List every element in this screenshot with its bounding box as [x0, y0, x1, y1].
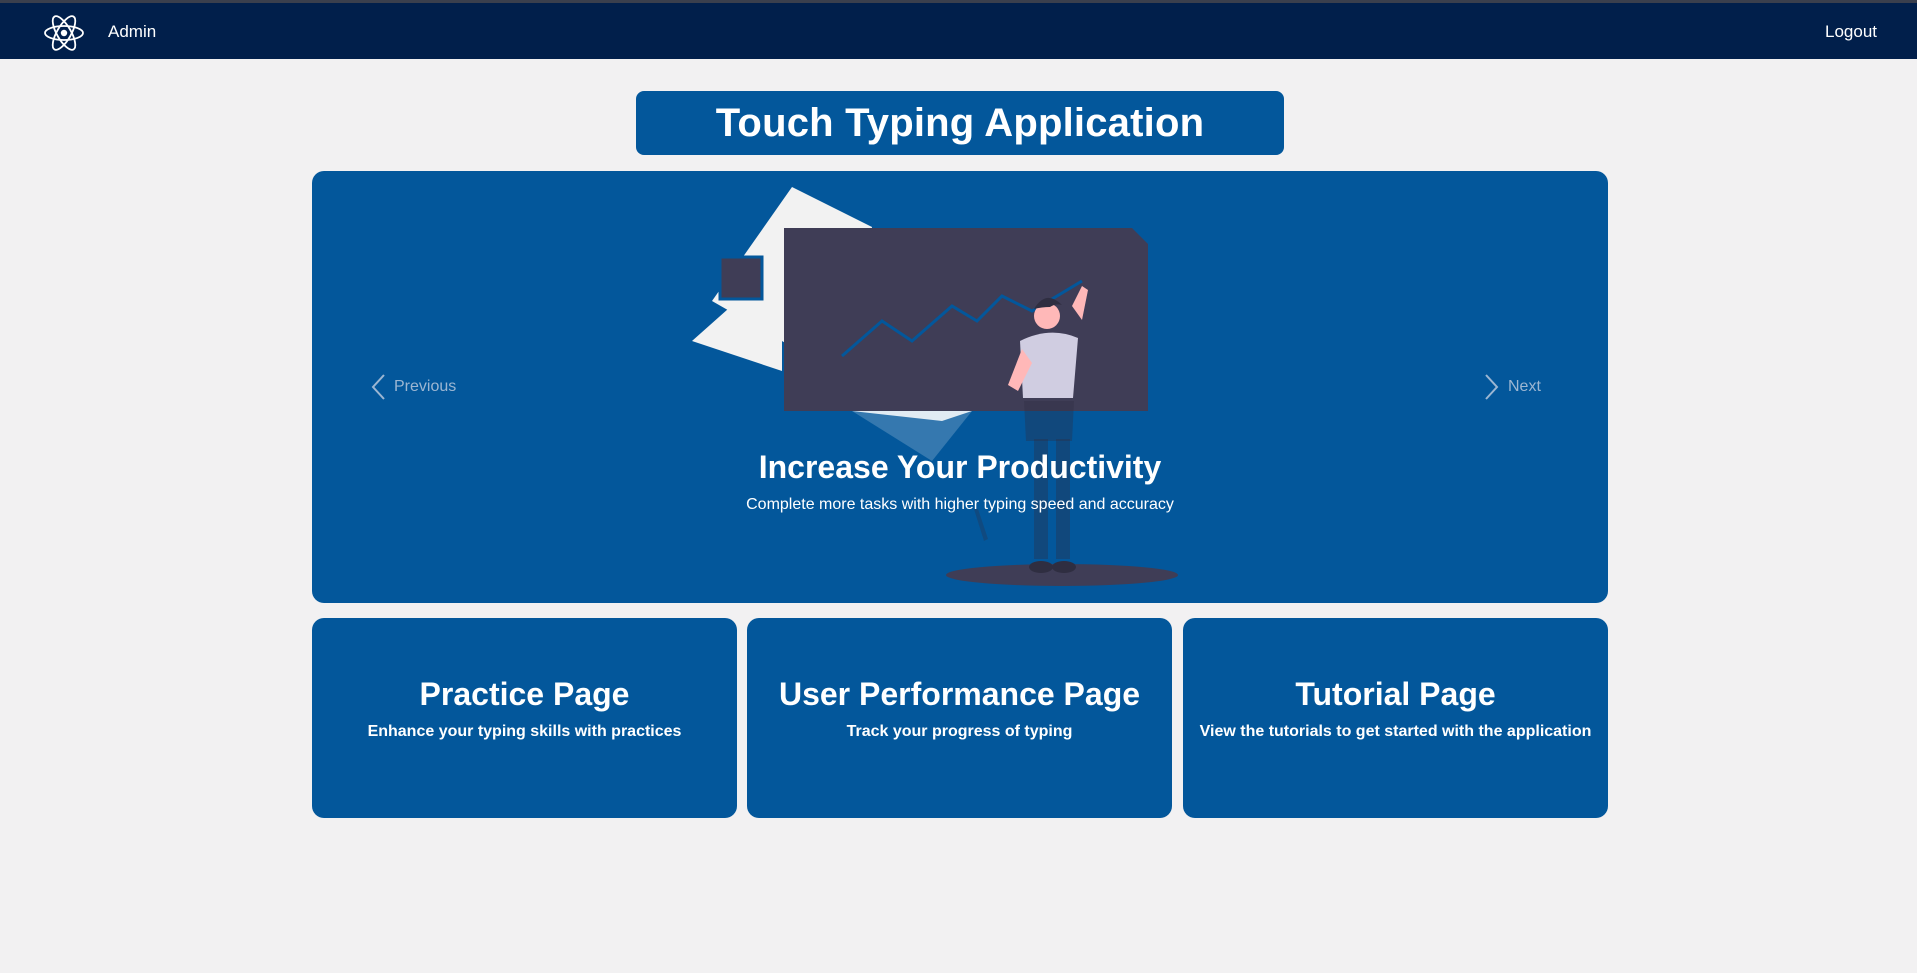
user-performance-page-card[interactable]: User Performance Page Track your progres… — [747, 618, 1172, 818]
carousel-previous-label: Previous — [394, 378, 457, 395]
page-title: Touch Typing Application — [715, 100, 1205, 145]
page-title-box: Touch Typing Application — [636, 91, 1284, 155]
react-atom-icon[interactable] — [42, 11, 86, 55]
slide-text: Complete more tasks with higher typing s… — [746, 496, 1174, 513]
card-description: Track your progress of typing — [846, 723, 1073, 740]
card-description: View the tutorials to get started with t… — [1199, 723, 1592, 740]
card-description: Enhance your typing skills with practice… — [367, 723, 682, 740]
chevron-right-icon — [1485, 374, 1499, 400]
carousel-next-label: Next — [1508, 378, 1541, 395]
slide-title: Increase Your Productivity — [758, 449, 1162, 485]
card-title: Tutorial Page — [1295, 676, 1496, 712]
carousel-next-button[interactable]: Next — [1484, 371, 1541, 403]
logout-link[interactable]: Logout — [1825, 22, 1877, 42]
practice-page-card[interactable]: Practice Page Enhance your typing skills… — [312, 618, 737, 818]
tutorial-page-card[interactable]: Tutorial Page View the tutorials to get … — [1183, 618, 1608, 818]
card-title: Practice Page — [419, 676, 630, 712]
chevron-left-icon — [371, 374, 385, 400]
chart-presentation-illustration — [692, 187, 1178, 586]
carousel-caption: Increase Your Productivity Complete more… — [312, 449, 1608, 514]
hero-carousel: Previous Next Increase Your Productivity… — [312, 171, 1608, 603]
card-title: User Performance Page — [778, 676, 1141, 712]
nav-brand-admin[interactable]: Admin — [108, 22, 156, 42]
top-navbar: Admin Logout — [0, 3, 1917, 59]
carousel-previous-button[interactable]: Previous — [370, 371, 456, 403]
